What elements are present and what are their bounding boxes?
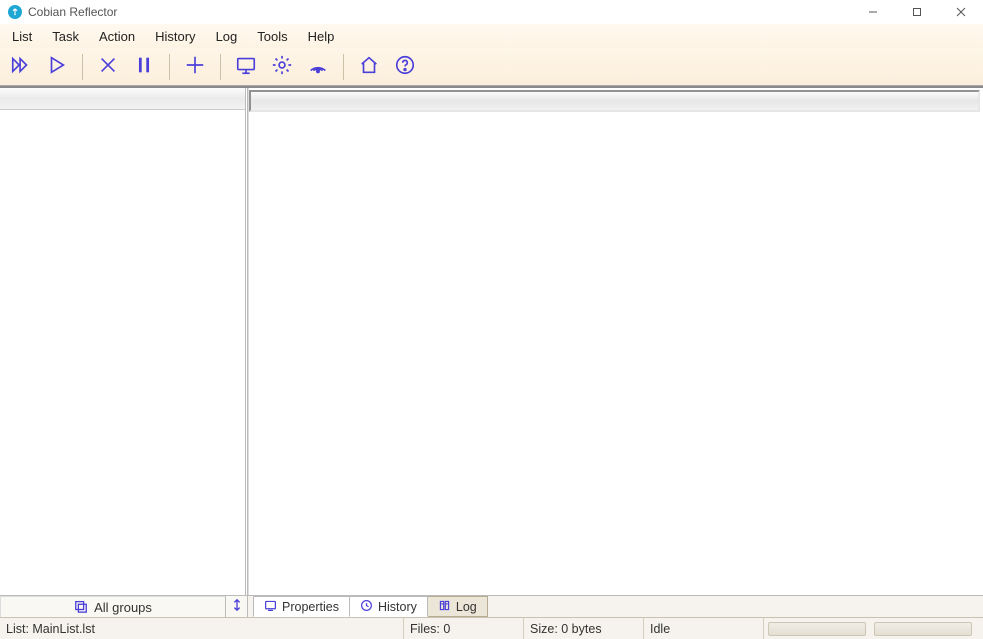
task-list-body[interactable] [0,110,245,595]
help-button[interactable] [390,52,420,82]
monitor-icon [235,54,257,79]
remote-icon [307,54,329,79]
status-files: Files: 0 [404,618,524,639]
properties-icon [264,599,277,615]
statusbar: List: MainList.lst Files: 0 Size: 0 byte… [0,617,983,639]
toolbar-separator [82,54,83,80]
toolbar-separator [169,54,170,80]
sort-icon [231,598,243,615]
home-button[interactable] [354,52,384,82]
sort-button[interactable] [226,596,248,617]
menu-list[interactable]: List [2,27,42,46]
run-all-button[interactable] [6,52,36,82]
add-icon [184,54,206,79]
details-panel [248,88,983,595]
menu-history[interactable]: History [145,27,205,46]
titlebar: Cobian Reflector [0,0,983,24]
all-groups-label: All groups [94,600,152,615]
settings-icon [271,54,293,79]
menu-action[interactable]: Action [89,27,145,46]
minimize-button[interactable] [851,0,895,24]
add-button[interactable] [180,52,210,82]
tab-log[interactable]: Log [427,596,488,617]
home-icon [358,54,380,79]
task-list-panel [0,88,248,595]
status-progress-1 [768,622,866,636]
run-button[interactable] [42,52,72,82]
pause-button[interactable] [129,52,159,82]
toolbar-separator [343,54,344,80]
menu-log[interactable]: Log [206,27,248,46]
tab-log-label: Log [456,600,477,614]
log-icon [438,599,451,615]
all-groups-selector[interactable]: All groups [0,596,226,617]
tab-history[interactable]: History [349,596,428,617]
toolbar-separator [220,54,221,80]
tab-history-label: History [378,600,417,614]
history-icon [360,599,373,615]
maximize-button[interactable] [895,0,939,24]
tab-properties-label: Properties [282,600,339,614]
bottom-tab-row: All groups Properties History Log [0,595,983,617]
menu-tools[interactable]: Tools [247,27,297,46]
details-header [251,92,978,110]
status-state: Idle [644,618,764,639]
menu-help[interactable]: Help [298,27,345,46]
groups-icon [74,599,88,616]
task-list-header [0,88,245,110]
toolbar [0,48,983,86]
stop-icon [97,54,119,79]
remote-button[interactable] [303,52,333,82]
stop-button[interactable] [93,52,123,82]
details-body[interactable] [249,112,983,595]
help-icon [394,54,416,79]
run-icon [46,54,68,79]
pause-icon [133,54,155,79]
menubar: List Task Action History Log Tools Help [0,24,983,48]
main-area [0,86,983,595]
close-button[interactable] [939,0,983,24]
window-title: Cobian Reflector [28,5,117,19]
status-progress-2 [874,622,972,636]
status-list: List: MainList.lst [0,618,404,639]
run-all-icon [10,54,32,79]
tab-properties[interactable]: Properties [253,596,350,617]
settings-button[interactable] [267,52,297,82]
status-size: Size: 0 bytes [524,618,644,639]
app-icon [8,5,22,19]
menu-task[interactable]: Task [42,27,89,46]
monitor-button[interactable] [231,52,261,82]
